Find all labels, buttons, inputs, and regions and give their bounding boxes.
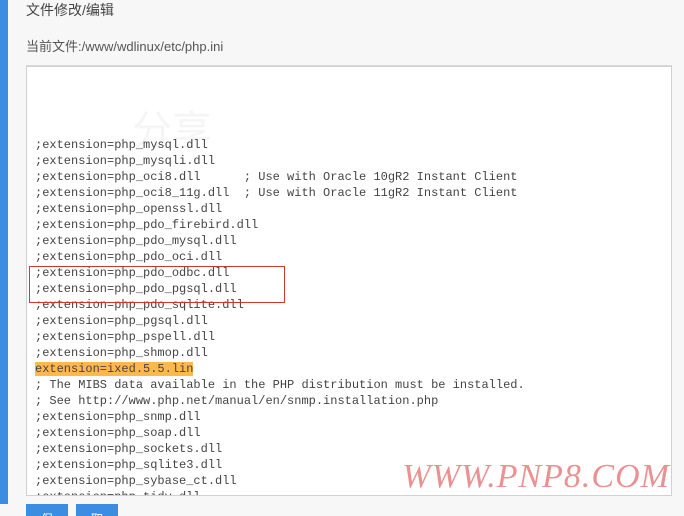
path-value: /www/wdlinux/etc/php.ini (82, 39, 224, 54)
code-line: ;extension=php_pdo_oci.dll (35, 249, 663, 265)
file-path-row: 当前文件:/www/wdlinux/etc/php.ini (26, 27, 672, 66)
code-line: ;extension=php_pspell.dll (35, 329, 663, 345)
code-editor[interactable]: 分享 ;extension=php_mysql.dll;extension=ph… (26, 66, 672, 496)
path-label: 当前文件: (26, 39, 82, 54)
page-title: 文件修改/编辑 (26, 0, 672, 27)
code-line: ;extension=php_soap.dll (35, 425, 663, 441)
code-line: ;extension=php_oci8_11g.dll ; Use with O… (35, 185, 663, 201)
button-row: 保存 取消 (26, 504, 672, 516)
code-line: ;extension=php_pgsql.dll (35, 313, 663, 329)
sidebar-stub (0, 0, 8, 504)
cancel-button[interactable]: 取消 (76, 504, 118, 516)
code-line: ;extension=php_mysqli.dll (35, 153, 663, 169)
highlighted-line: extension=ixed.5.5.lin (35, 361, 663, 377)
code-line: ;extension=php_sockets.dll (35, 441, 663, 457)
code-line: ;extension=php_sqlite3.dll (35, 457, 663, 473)
code-line: ;extension=php_pdo_mysql.dll (35, 233, 663, 249)
code-line: ;extension=php_mysql.dll (35, 137, 663, 153)
code-line: ; The MIBS data available in the PHP dis… (35, 377, 663, 393)
main-panel: 文件修改/编辑 当前文件:/www/wdlinux/etc/php.ini 分享… (8, 0, 684, 516)
code-line: ;extension=php_pdo_pgsql.dll (35, 281, 663, 297)
code-line: ;extension=php_oci8.dll ; Use with Oracl… (35, 169, 663, 185)
code-line: ;extension=php_pdo_odbc.dll (35, 265, 663, 281)
code-line: ;extension=php_shmop.dll (35, 345, 663, 361)
code-line: ;extension=php_tidy.dll (35, 489, 663, 496)
code-line: ;extension=php_pdo_firebird.dll (35, 217, 663, 233)
save-button[interactable]: 保存 (26, 504, 68, 516)
code-line: ;extension=php_snmp.dll (35, 409, 663, 425)
code-line: ;extension=php_sybase_ct.dll (35, 473, 663, 489)
code-line: ;extension=php_pdo_sqlite.dll (35, 297, 663, 313)
code-line: ; See http://www.php.net/manual/en/snmp.… (35, 393, 663, 409)
code-line: ;extension=php_openssl.dll (35, 201, 663, 217)
